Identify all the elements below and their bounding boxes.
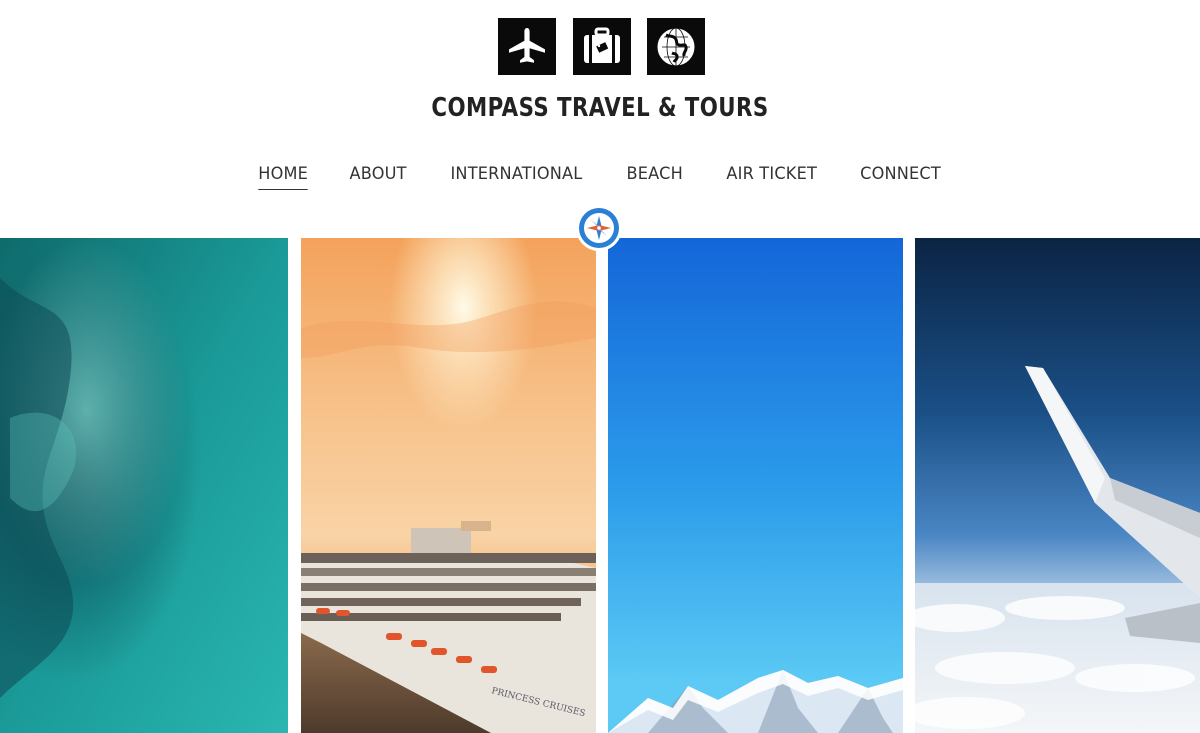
nav-connect[interactable]: CONNECT [860,164,941,188]
gallery-panel-cruise[interactable]: PRINCESS CRUISES [301,238,596,733]
nav-air-ticket[interactable]: AIR TICKET [726,164,817,188]
gallery-panel-ocean[interactable] [0,238,288,733]
site-title: COMPASS TRAVEL & TOURS [431,93,769,123]
nav-about[interactable]: ABOUT [350,164,407,188]
nav-home[interactable]: HOME [258,164,309,190]
luggage-icon [573,18,631,75]
compass-icon [575,204,623,252]
main-nav: HOME ABOUT INTERNATIONAL BEACH AIR TICKE… [0,164,1200,190]
nav-international[interactable]: INTERNATIONAL [451,164,583,188]
airplane-icon [498,18,556,75]
nav-beach[interactable]: BEACH [627,164,683,188]
gallery-panel-wing[interactable] [915,238,1200,733]
gallery-panel-sky[interactable] [608,238,903,733]
globe-icon [647,18,705,75]
